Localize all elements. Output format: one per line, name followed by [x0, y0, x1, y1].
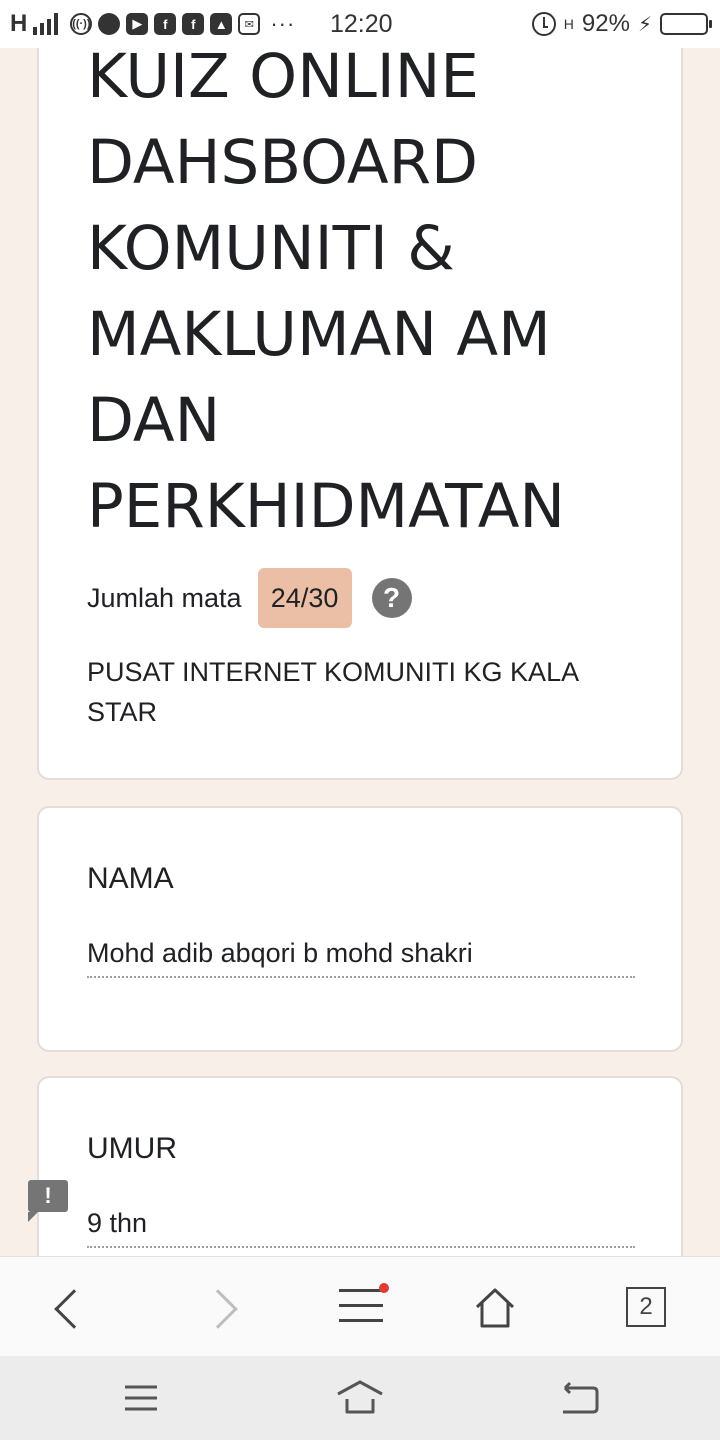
signal-icon — [33, 13, 59, 35]
browser-toolbar: 2 — [0, 1256, 720, 1356]
score-badge: 24/30 — [257, 568, 352, 628]
alarm-icon — [531, 12, 556, 36]
score-label: Jumlah mata — [87, 582, 242, 613]
chevron-left-icon — [54, 1289, 94, 1329]
network-type: H — [10, 10, 28, 37]
recent-apps-icon — [125, 1385, 157, 1411]
home-nav-icon — [337, 1380, 383, 1414]
back-nav-icon — [563, 1381, 599, 1414]
chevron-right-icon — [198, 1289, 238, 1329]
question-label: UMUR — [87, 1132, 177, 1165]
menu-button[interactable] — [336, 1283, 389, 1334]
battery-icon — [660, 13, 712, 35]
forward-button[interactable] — [198, 1283, 250, 1333]
notification-dot — [379, 1283, 389, 1293]
mail-icon: ✉ — [238, 13, 261, 35]
tab-count: 2 — [626, 1287, 666, 1327]
status-bar-right: H 92% ⚡ — [531, 10, 712, 38]
form-description: PUSAT INTERNET KOMUNITI KG KALA STAR — [87, 657, 578, 727]
facebook-icon: f — [154, 13, 177, 35]
home-icon — [475, 1288, 515, 1328]
answer-underline — [87, 1246, 635, 1248]
gallery-icon: ▲ — [210, 13, 233, 35]
battery-percent: 92% — [581, 10, 630, 37]
youtube-icon: ▶ — [126, 13, 149, 35]
form-header-card: KUIZ ONLINE DAHSBOARD KOMUNITI & MAKLUMA… — [37, 20, 683, 780]
answer-text: Mohd adib abqori b mohd shakri — [87, 938, 473, 968]
facebook-icon: f — [182, 13, 205, 35]
home-nav-button[interactable] — [335, 1378, 385, 1418]
report-feedback-button[interactable]: ! — [28, 1180, 68, 1222]
answer-underline — [87, 976, 635, 978]
recent-apps-button[interactable] — [116, 1378, 166, 1418]
question-label: NAMA — [87, 862, 174, 895]
clock: 12:20 — [330, 10, 393, 38]
home-button[interactable] — [468, 1283, 518, 1333]
secondary-network-type: H — [563, 16, 574, 32]
back-button[interactable] — [46, 1283, 96, 1333]
score-row: Jumlah mata 24/30 ? — [87, 568, 412, 628]
status-bar: H ((·)) ▶ f f ▲ ✉ ··· 12:20 H 92% ⚡ — [0, 0, 720, 48]
more-notifications-icon: ··· — [270, 11, 296, 36]
status-bar-left: H ((·)) ▶ f f ▲ ✉ ··· — [10, 10, 295, 38]
system-navigation-bar — [0, 1356, 720, 1440]
hotspot-icon: ((·)) — [70, 13, 93, 35]
help-icon[interactable]: ? — [371, 578, 412, 618]
answer-text: 9 thn — [87, 1208, 148, 1238]
back-nav-button[interactable] — [555, 1378, 605, 1418]
charging-icon: ⚡ — [637, 13, 652, 36]
form-title: KUIZ ONLINE DAHSBOARD KOMUNITI & MAKLUMA… — [87, 41, 566, 542]
chat-icon — [98, 13, 121, 35]
tabs-button[interactable]: 2 — [622, 1283, 672, 1333]
menu-icon — [339, 1283, 389, 1334]
question-card-nama: NAMA Mohd adib abqori b mohd shakri — [37, 806, 683, 1052]
